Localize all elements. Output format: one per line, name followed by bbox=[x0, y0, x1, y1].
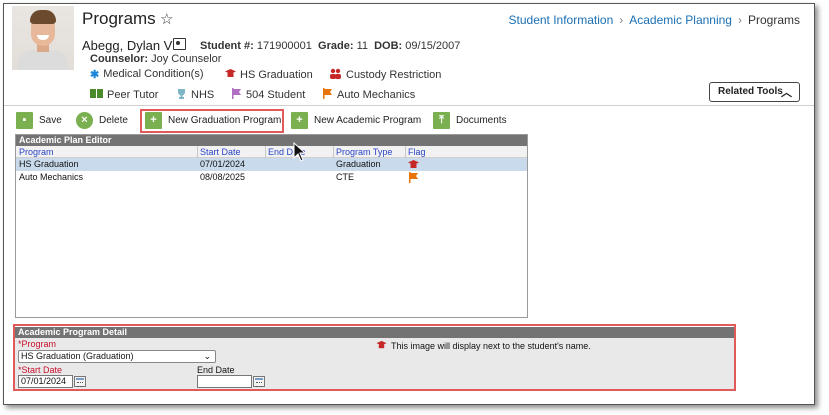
graduation-cap-icon bbox=[225, 68, 236, 82]
chevron-up-icon: ︿ bbox=[781, 87, 792, 99]
start-date-field[interactable]: 07/01/2024 bbox=[18, 375, 73, 388]
end-date-label: End Date bbox=[197, 365, 235, 375]
page-title: Programs bbox=[82, 9, 156, 28]
breadcrumb-academic-planning[interactable]: Academic Planning bbox=[629, 13, 732, 27]
academic-plan-editor: Academic Plan Editor Program Start Date … bbox=[15, 134, 528, 318]
flag-hs-graduation[interactable]: HS Graduation bbox=[225, 68, 313, 82]
editor-header-row: Program Start Date End Date Program Type… bbox=[16, 146, 527, 158]
avatar bbox=[12, 6, 74, 70]
student-details: Student #: 171900001 Grade: 11 DOB: 09/1… bbox=[200, 40, 461, 52]
graduation-cap-icon bbox=[376, 340, 387, 352]
app-window: Programs ☆ Student Information › Academic … bbox=[3, 3, 815, 405]
breadcrumb-programs: Programs bbox=[747, 13, 800, 27]
related-tools-button[interactable]: Related Tools ︿ bbox=[709, 82, 800, 102]
highlight-new-graduation-program bbox=[140, 109, 284, 133]
flag-peer-tutor[interactable]: Peer Tutor bbox=[90, 88, 158, 102]
mouse-cursor-icon bbox=[293, 142, 307, 162]
header-divider bbox=[4, 105, 814, 106]
breadcrumb: Student Information › Academic Planning › Pr… bbox=[509, 13, 800, 27]
student-name: Abegg, Dylan V bbox=[82, 38, 173, 53]
chevron-down-icon: ⌄ bbox=[203, 351, 211, 361]
asterisk-icon: ✱ bbox=[90, 69, 100, 81]
editor-title: Academic Plan Editor bbox=[16, 135, 527, 146]
add-icon: + bbox=[291, 112, 308, 129]
start-date-label: *Start Date bbox=[18, 365, 63, 375]
flag-medical-condition[interactable]: ✱ Medical Condition(s) bbox=[90, 68, 203, 81]
breadcrumb-student-information[interactable]: Student Information bbox=[509, 13, 614, 27]
flag-nhs[interactable]: NHS bbox=[176, 88, 214, 102]
trophy-icon bbox=[176, 88, 187, 102]
flag-icon bbox=[408, 172, 419, 187]
column-program[interactable]: Program bbox=[19, 146, 54, 158]
calendar-icon[interactable] bbox=[253, 376, 265, 387]
upload-icon: ⤒ bbox=[433, 112, 450, 129]
users-icon bbox=[329, 68, 342, 82]
flag-custody-restriction[interactable]: Custody Restriction bbox=[329, 68, 441, 82]
program-select[interactable]: HS Graduation (Graduation) ⌄ bbox=[18, 350, 216, 363]
flag-auto-mechanics[interactable]: Auto Mechanics bbox=[322, 88, 415, 102]
book-icon bbox=[90, 88, 103, 102]
flag-note: This image will display next to the stud… bbox=[376, 340, 591, 352]
save-icon: ▪ bbox=[16, 112, 33, 129]
chevron-right-icon: › bbox=[737, 13, 742, 27]
column-flag[interactable]: Flag bbox=[408, 146, 426, 158]
table-row[interactable]: HS Graduation 07/01/2024 Graduation bbox=[16, 158, 527, 171]
column-program-type[interactable]: Program Type bbox=[336, 146, 392, 158]
id-card-icon[interactable] bbox=[173, 38, 186, 50]
calendar-icon[interactable] bbox=[74, 376, 86, 387]
chevron-right-icon: › bbox=[619, 13, 624, 27]
column-start-date[interactable]: Start Date bbox=[200, 146, 241, 158]
flag-504-student[interactable]: 504 Student bbox=[231, 88, 305, 102]
counselor: Counselor: Joy Counselor bbox=[90, 53, 222, 65]
flag-icon bbox=[322, 88, 333, 102]
table-row[interactable]: Auto Mechanics 08/08/2025 CTE bbox=[16, 171, 527, 184]
flag-icon bbox=[231, 88, 242, 102]
delete-icon: × bbox=[76, 112, 93, 129]
program-label: *Program bbox=[18, 339, 57, 349]
star-icon[interactable]: ☆ bbox=[160, 10, 173, 28]
end-date-field[interactable] bbox=[197, 375, 252, 388]
